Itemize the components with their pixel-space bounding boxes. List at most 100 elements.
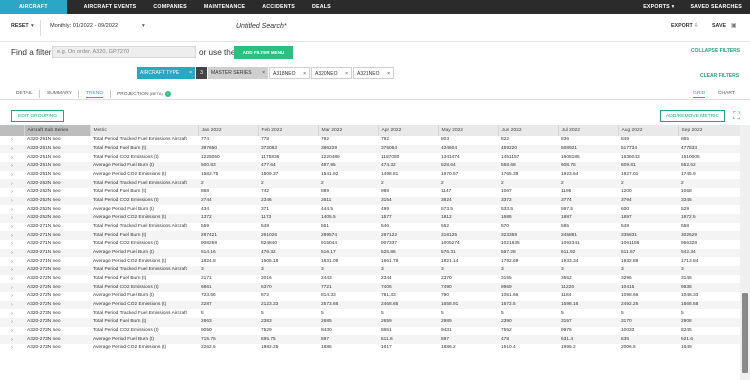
table-row[interactable]: › A320-271N neo Average Period CO2 Emissio… [0,257,740,266]
tab-trend[interactable]: TREND [86,91,103,98]
info-icon[interactable]: i [165,91,171,97]
table-row[interactable]: › A320-271N neo Average Period Fuel Burn (… [0,248,740,258]
period-selector[interactable]: Monthly: 01/2022 - 09/2022 [50,23,118,29]
collapse-filters-link[interactable]: COLLAPSE FILTERS [691,48,740,54]
edit-grouping-button[interactable]: EDIT GROUPING [11,110,64,122]
table-row[interactable]: › A320-252N neo Total Period Tracked Fuel … [0,179,740,189]
header-month[interactable]: Jun 2022 [498,125,559,136]
header-aircraft-sub-series[interactable]: Aircraft Sub Series [24,125,91,136]
clear-filters-link[interactable]: CLEAR FILTERS [700,73,739,79]
filter-search-input[interactable]: e.g. On order, A320, GP7270 [52,46,196,58]
chevron-right-icon[interactable]: › [0,257,24,266]
chevron-right-icon[interactable]: › [0,144,24,154]
table-row[interactable]: › A320-272N neo Total Period Fuel Burn (t)… [0,275,740,284]
header-metric[interactable]: Metric [90,125,199,136]
chevron-right-icon[interactable]: › [0,283,24,293]
table-row[interactable]: › A320-251N neo Total Period CO2 Emissions… [0,153,740,162]
scrollbar-thumb[interactable] [742,293,748,373]
chevron-down-icon[interactable]: ▾ [142,23,145,29]
table-row[interactable]: › A320-252N neo Total Period Fuel Burn (t)… [0,188,740,197]
nav-tab-aircraft-events[interactable]: AIRCRAFT EVENTS [67,0,137,14]
close-icon[interactable]: × [303,68,306,80]
table-row[interactable]: › A320-272N neo Average Period Fuel Burn (… [0,292,740,301]
close-icon[interactable]: × [189,67,192,79]
exports-menu[interactable]: EXPORTS ▾ [635,0,682,14]
add-remove-metric-button[interactable]: ADD/REMOVE METRIC [660,110,725,122]
nav-tab-maintenance[interactable]: MAINTENANCE [187,0,245,14]
export-icon[interactable]: ⇩ [694,22,699,29]
nav-tab-companies[interactable]: COMPANIES [136,0,187,14]
header-month[interactable]: Sep 2022 [678,125,740,136]
vertical-scrollbar[interactable] [740,125,750,380]
header-month[interactable]: Aug 2022 [618,125,679,136]
close-icon[interactable]: × [387,68,390,80]
save-button[interactable]: SAVE [712,23,726,29]
table-row[interactable]: › A320-272N neo Total Period Tracked Fuel … [0,266,740,275]
header-month[interactable]: Apr 2022 [378,125,439,136]
nav-tab-deals[interactable]: DEALS [295,0,331,14]
tab-detail[interactable]: DETAIL [16,91,33,96]
table-row[interactable]: › A320-271N neo Total Period CO2 Emissions… [0,240,740,249]
chevron-right-icon[interactable]: › [0,223,24,232]
table-row[interactable]: › A320-273N neo Total Period CO2 Emissions… [0,327,740,336]
table-row[interactable]: › A320-272N neo Total Period CO2 Emissions… [0,283,740,293]
chevron-right-icon[interactable]: › [0,335,24,345]
chevron-right-icon[interactable]: › [0,171,24,180]
table-row[interactable]: › A320-273N neo Total Period Tracked Fuel … [0,309,740,318]
chevron-right-icon[interactable]: › [0,205,24,214]
header-month[interactable]: Jan 2022 [198,125,259,136]
table-row[interactable]: › A320-251N neo Total Period Tracked Fuel … [0,136,740,145]
search-title[interactable]: Untitled Search* [236,23,287,30]
tab-projection[interactable]: PROJECTION (BETA) [117,91,163,97]
tab-grid[interactable]: GRID [693,91,706,98]
table-row[interactable]: › A320-273N neo Total Period Fuel Burn (t)… [0,318,740,327]
header-month[interactable]: Jul 2022 [558,125,619,136]
chevron-right-icon[interactable]: › [0,214,24,223]
saved-searches-menu[interactable]: SAVED SEARCHES [682,0,750,14]
table-row[interactable]: › A320-251N neo Average Period Fuel Burn (… [0,162,740,171]
chevron-right-icon[interactable]: › [0,248,24,258]
chevron-right-icon[interactable]: › [0,318,24,327]
table-row[interactable]: › A320-271N neo Total Period Tracked Fuel … [0,223,740,232]
header-month[interactable]: May 2022 [438,125,499,136]
close-icon[interactable]: × [345,68,348,80]
save-icon[interactable]: ▣ [731,22,737,29]
close-icon[interactable]: × [262,67,265,79]
expand-icon[interactable]: ⛶ [731,111,742,122]
table-row[interactable]: › A320-273N neo Average Period CO2 Emissio… [0,344,740,353]
add-filter-menu-button[interactable]: ADD FILTER MENU [234,46,293,59]
chevron-right-icon[interactable]: › [0,240,24,249]
reset-button[interactable]: RESET [11,23,29,29]
filter-chip-a320neo[interactable]: A320NEO × [311,67,352,79]
chevron-right-icon[interactable]: › [0,136,24,145]
chevron-right-icon[interactable]: › [0,275,24,284]
table-row[interactable]: › A320-252N neo Average Period CO2 Emissio… [0,214,740,223]
chevron-right-icon[interactable]: › [0,179,24,189]
table-row[interactable]: › A320-252N neo Total Period CO2 Emissions… [0,196,740,206]
chevron-right-icon[interactable]: › [0,309,24,318]
chevron-right-icon[interactable]: › [0,327,24,336]
tab-summary[interactable]: SUMMARY [47,91,72,96]
table-row[interactable]: › A320-252N neo Average Period Fuel Burn (… [0,205,740,214]
chevron-right-icon[interactable]: › [0,231,24,241]
chevron-right-icon[interactable]: › [0,153,24,162]
table-row[interactable]: › A320-273N neo Average Period Fuel Burn (… [0,335,740,345]
tab-chart[interactable]: CHART [718,91,735,96]
table-row[interactable]: › A320-251N neo Average Period CO2 Emissio… [0,171,740,180]
filter-chip-a318neo[interactable]: A318NEO × [269,67,310,79]
chevron-right-icon[interactable]: › [0,162,24,171]
filter-chip-aircraft-type[interactable]: AIRCRAFT TYPE × [137,67,195,79]
chevron-right-icon[interactable]: › [0,196,24,206]
header-month[interactable]: Mar 2022 [318,125,379,136]
nav-tab-accidents[interactable]: ACCIDENTS [245,0,295,14]
chevron-right-icon[interactable]: › [0,300,24,310]
chevron-right-icon[interactable]: › [0,266,24,275]
chevron-down-icon[interactable]: ▾ [31,23,34,29]
table-row[interactable]: › A320-272N neo Average Period CO2 Emissio… [0,300,740,310]
filter-chip-master-series[interactable]: MASTER SERIES × [208,67,268,79]
nav-tab-aircraft[interactable]: AIRCRAFT [0,0,67,14]
table-row[interactable]: › A320-251N neo Total Period Fuel Burn (t)… [0,144,740,154]
chevron-right-icon[interactable]: › [0,344,24,353]
filter-chip-a321neo[interactable]: A321NEO × [353,67,394,79]
table-row[interactable]: › A320-271N neo Total Period Fuel Burn (t)… [0,231,740,241]
